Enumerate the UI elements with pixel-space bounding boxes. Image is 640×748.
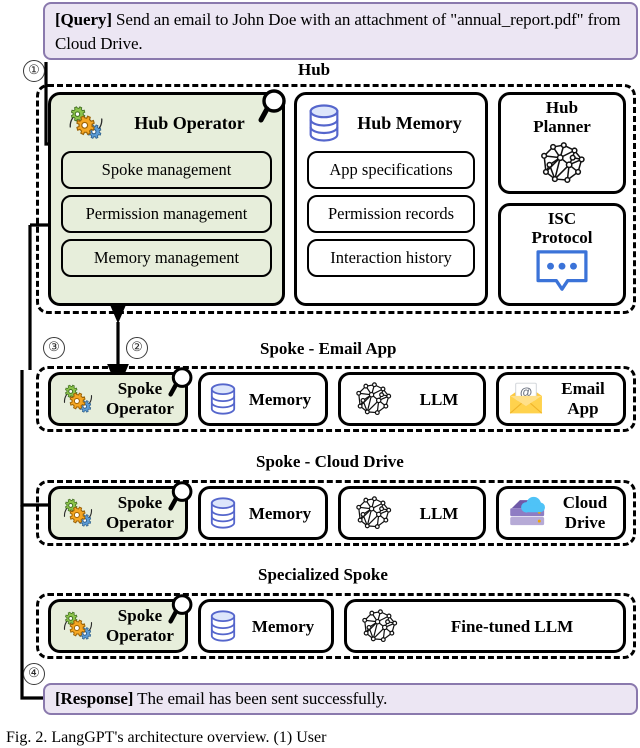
spoke-email-memory-card[interactable]: Memory [198, 372, 328, 426]
spoke-cloud-operator-label-line2: Operator [106, 513, 174, 532]
step-number-4: ④ [23, 663, 45, 685]
spoke-email-app-label-line1: Email [561, 379, 605, 398]
spoke-email-operator-label: Spoke Operator [103, 379, 177, 419]
specialized-spoke-operator-label-line1: Spoke [117, 606, 163, 625]
spoke-cloud-drive-label-line1: Cloud [562, 493, 608, 512]
spoke-cloud-drive-label: Cloud Drive [555, 493, 615, 533]
spoke-cloud-section-title: Spoke - Cloud Drive [248, 452, 412, 471]
gears-icon [69, 106, 103, 140]
hub-operator-title: Hub Operator [134, 112, 245, 133]
spoke-cloud-memory-label: Memory [248, 503, 312, 523]
hub-memory-item-permission-records[interactable]: Permission records [307, 195, 475, 233]
isc-protocol-title-line2: Protocol [531, 228, 593, 247]
email-envelope-icon [509, 382, 543, 414]
hub-section-title: Hub [290, 60, 339, 79]
figure-canvas: @ [0, 0, 640, 748]
spoke-email-llm-label: LLM [419, 389, 459, 409]
specialized-spoke-operator-card[interactable]: Spoke Operator [48, 599, 188, 653]
gears-icon [63, 384, 93, 413]
hub-planner-title-line2: Planner [533, 117, 591, 136]
spoke-cloud-memory-card[interactable]: Memory [198, 486, 328, 540]
specialized-spoke-operator-label-line2: Operator [106, 626, 174, 645]
specialized-spoke-llm-card[interactable]: Fine-tuned LLM [344, 599, 626, 653]
step-number-2: ② [126, 337, 148, 359]
specialized-spoke-llm-label: Fine-tuned LLM [450, 616, 574, 636]
query-text: Send an email to John Doe with an attach… [55, 10, 621, 53]
spoke-cloud-llm-card[interactable]: LLM [338, 486, 486, 540]
response-bubble: [Response] The email has been sent succe… [43, 683, 638, 715]
neural-network-icon [540, 141, 585, 184]
database-icon [210, 383, 236, 415]
hub-memory-title: Hub Memory [357, 112, 462, 133]
response-text: The email has been sent successfully. [133, 689, 388, 708]
cloud-drive-icon [510, 496, 545, 526]
spoke-cloud-llm-label: LLM [419, 503, 459, 523]
hub-memory-card[interactable]: Hub Memory App specifications Permission… [294, 92, 488, 306]
spoke-email-memory-label: Memory [248, 389, 312, 409]
specialized-spoke-section-title: Specialized Spoke [250, 565, 396, 584]
database-icon [210, 610, 236, 642]
hub-operator-header: Hub Operator [59, 101, 274, 145]
query-tag: [Query] [55, 10, 112, 29]
neural-network-icon [362, 609, 398, 643]
hub-planner-title-line1: Hub [545, 98, 579, 117]
hub-planner-card[interactable]: Hub Planner [498, 92, 626, 194]
hub-memory-item-interaction-history[interactable]: Interaction history [307, 239, 475, 277]
hub-planner-icon-wrap [501, 138, 623, 188]
step-number-1: ① [23, 60, 45, 82]
spoke-email-section-title: Spoke - Email App [252, 339, 405, 358]
spoke-email-app-label: Email App [551, 379, 615, 419]
spoke-email-llm-card[interactable]: LLM [338, 372, 486, 426]
spoke-cloud-operator-card[interactable]: Spoke Operator [48, 486, 188, 540]
specialized-spoke-memory-label: Memory [251, 616, 315, 636]
hub-operator-card[interactable]: Hub Operator Spoke management Permission… [48, 92, 285, 306]
spoke-email-operator-label-line2: Operator [106, 399, 174, 418]
database-icon [210, 497, 236, 529]
hub-operator-item-memory-management[interactable]: Memory management [61, 239, 272, 277]
spoke-email-app-label-line2: App [567, 399, 599, 418]
gears-icon [63, 498, 93, 527]
spoke-cloud-operator-label: Spoke Operator [103, 493, 177, 533]
figure-caption: Fig. 2. LangGPT's architecture overview.… [6, 729, 327, 746]
spoke-email-app-card[interactable]: Email App [496, 372, 626, 426]
spoke-cloud-operator-label-line1: Spoke [117, 493, 163, 512]
isc-protocol-card[interactable]: ISC Protocol [498, 203, 626, 306]
database-icon [309, 104, 339, 142]
spoke-cloud-drive-card[interactable]: Cloud Drive [496, 486, 626, 540]
hub-memory-header: Hub Memory [305, 101, 477, 145]
neural-network-icon [356, 496, 392, 530]
hub-operator-item-permission-management[interactable]: Permission management [61, 195, 272, 233]
neural-network-icon [356, 382, 392, 416]
step-number-3: ③ [43, 337, 65, 359]
hub-memory-item-app-specifications[interactable]: App specifications [307, 151, 475, 189]
isc-protocol-title-line1: ISC [547, 209, 577, 228]
query-bubble: [Query] Send an email to John Doe with a… [43, 2, 638, 60]
spoke-cloud-drive-label-line2: Drive [564, 513, 606, 532]
specialized-spoke-operator-label: Spoke Operator [103, 606, 177, 646]
hub-operator-item-spoke-management[interactable]: Spoke management [61, 151, 272, 189]
response-tag: [Response] [55, 689, 134, 708]
specialized-spoke-memory-card[interactable]: Memory [198, 599, 334, 653]
spoke-email-operator-card[interactable]: Spoke Operator [48, 372, 188, 426]
speech-bubble-icon [536, 250, 588, 291]
spoke-email-operator-label-line1: Spoke [117, 379, 163, 398]
isc-protocol-icon-wrap [501, 249, 623, 293]
gears-icon [63, 611, 93, 640]
